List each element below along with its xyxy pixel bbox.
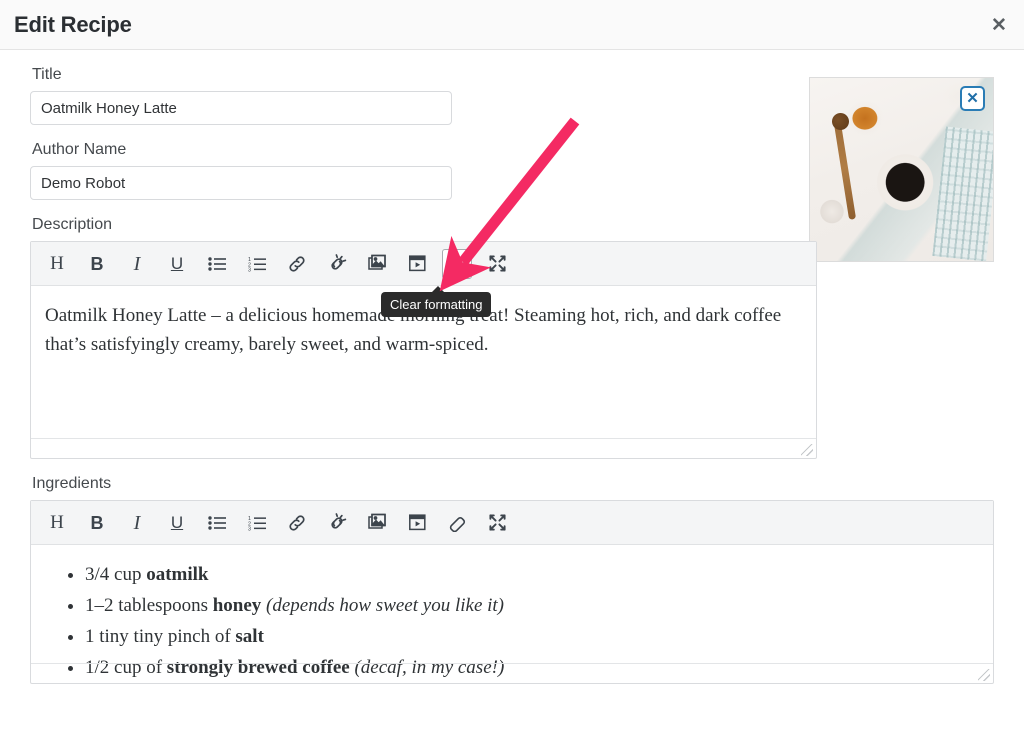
eraser-icon[interactable] [442,508,472,538]
image-icon[interactable] [362,508,392,538]
author-name-input[interactable] [30,166,452,200]
eraser-icon[interactable] [442,248,472,279]
heading-icon[interactable]: H [42,249,72,279]
underline-icon[interactable]: U [162,508,192,538]
ingredient-quantity: 3/4 cup [85,564,147,585]
ingredient-name: oatmilk [146,564,209,585]
ingredients-content[interactable]: 3/4 cup oatmilk1–2 tablespoons honey (de… [31,545,993,678]
resize-grip-icon[interactable] [801,444,813,456]
image-icon[interactable] [362,249,392,279]
video-icon[interactable] [402,249,432,279]
bold-icon[interactable]: B [82,249,112,279]
unlink-icon[interactable] [322,249,352,279]
ingredients-label: Ingredients [32,475,112,492]
resize-grip-icon[interactable] [978,669,990,681]
ingredients-statusbar [31,663,993,683]
ingredient-quantity: 1–2 tablespoons [85,594,213,616]
list-item: 1 tiny tiny pinch of salt [85,623,979,652]
close-icon[interactable]: ✕ [986,12,1012,38]
tooltip-clear-formatting: Clear formatting [381,286,492,317]
ingredient-name: honey [212,594,262,616]
underline-icon[interactable]: U [162,249,192,279]
modal-body: ✕ Title Author Name Description H B I U … [0,66,1024,684]
photo-spoon-detail [833,116,857,221]
ingredients-editor[interactable]: H B I U 123 • 3/4 cup oatmilk • 1–2 tabl… [30,500,994,684]
bulleted-list-icon[interactable] [202,249,232,279]
recipe-image-thumbnail[interactable]: ✕ [809,77,994,262]
photo-spoon-head-detail [829,110,852,133]
link-icon[interactable] [282,249,312,279]
ingredient-note: (depends how sweet you like it) [266,594,505,616]
svg-text:3: 3 [248,267,251,272]
list-item: 3/4 cup oatmilk [85,561,979,590]
list-item: 1–2 tablespoons honey (depends how sweet… [85,592,979,621]
fullscreen-icon[interactable] [482,249,512,279]
title-input[interactable] [30,91,452,125]
numbered-list-icon[interactable]: 123 [242,508,272,538]
numbered-list-icon[interactable]: 123 [242,249,272,279]
italic-icon[interactable]: I [122,249,152,279]
photo-towel-detail [932,126,993,261]
bold-icon[interactable]: B [82,508,112,538]
fullscreen-icon[interactable] [482,508,512,538]
ingredient-quantity: 1 tiny tiny pinch of [85,625,236,647]
remove-image-icon[interactable]: ✕ [960,86,985,111]
video-icon[interactable] [402,508,432,538]
unlink-icon[interactable] [322,508,352,538]
description-statusbar [31,438,816,458]
description-toolbar: H B I U 123 [31,242,816,286]
modal-header: Edit Recipe ✕ [0,0,1024,50]
svg-text:3: 3 [248,526,251,531]
italic-icon[interactable]: I [122,508,152,538]
description-editor[interactable]: H B I U 123 Oatmilk Honey Latte – a deli… [30,241,817,459]
page-title: Edit Recipe [14,12,132,37]
heading-icon[interactable]: H [42,508,72,538]
ingredients-toolbar: H B I U 123 [31,501,993,545]
ingredient-name: salt [235,625,264,647]
link-icon[interactable] [282,508,312,538]
bulleted-list-icon[interactable] [202,508,232,538]
